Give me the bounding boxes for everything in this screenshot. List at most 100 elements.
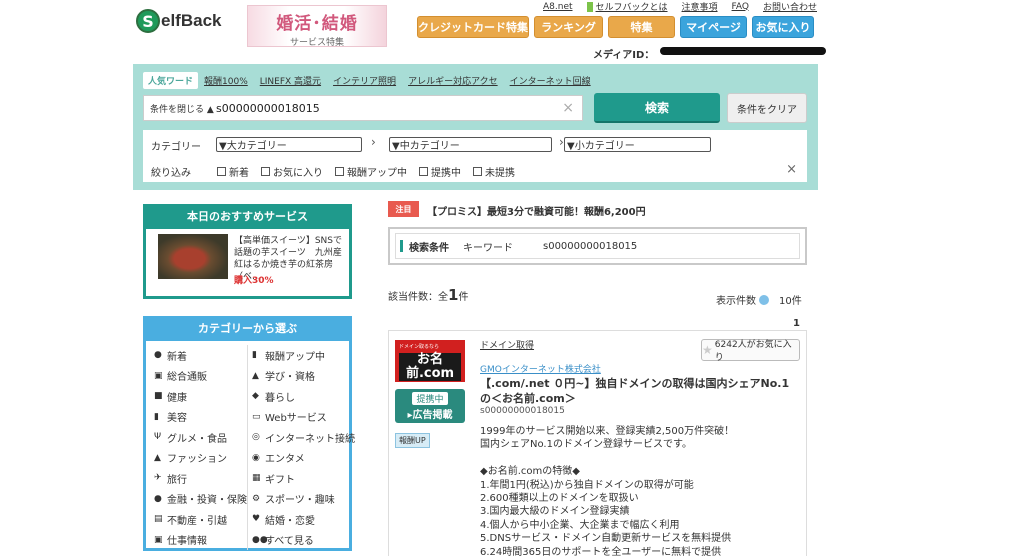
selfback-logo[interactable]: S elfBack [136,6,236,36]
sports-icon: ⚙ [252,493,261,504]
filter-box: カテゴリー ▼大カテゴリー › ▼中カテゴリー › ▼小カテゴリー 絞り込み 新… [143,130,807,182]
category-item[interactable]: ▮ 報酬アップ中 [247,345,355,366]
category-item[interactable]: ◉ エンタメ [247,447,355,468]
category-panel: カテゴリーから選ぶ ● 新着 ▮ 報酬アップ中 ▣ 総合通販 ▲ 学び・資格 ■ 健康 ◆ 暮らし ▮ 美… [143,316,355,551]
cart-icon: ▣ [154,370,163,381]
health-icon: ■ [154,391,163,402]
category-item[interactable]: ◎ インターネット接続 [247,427,355,448]
condition-label: 検索条件 [409,242,449,254]
category-label: ギフト [265,474,295,486]
favorite-count: 6242人がお気に入り [714,340,792,363]
category-label: ファッション [167,454,227,466]
link-contact[interactable]: お問い合わせ [763,0,817,13]
category-item[interactable]: ▤ 不動産・引越 [154,509,247,530]
clear-icon[interactable]: × [562,100,574,116]
filter-partnered-checkbox[interactable]: 提携中 [419,164,461,179]
popular-keywords: 人気ワード 報酬100% LINEFX 高還元 インテリア照明 アレルギー対応ア… [143,72,603,89]
filter-new-label: 新着 [229,168,249,179]
search-condition-box: 検索条件 キーワード s00000000018015 [388,227,807,265]
star-icon: ★ [702,343,713,357]
marriage-banner[interactable]: 婚活･結婚 サービス特集 [247,5,387,48]
globe-icon: ◎ [252,432,260,443]
link-a8net[interactable]: A8.net [543,0,573,13]
category-label: カテゴリー [151,142,201,153]
category-label: 報酬アップ中 [265,351,325,363]
category-item[interactable]: ▮ 美容 [154,407,247,428]
filter-unpartnered-checkbox[interactable]: 未提携 [473,164,515,179]
popular-keywords-tag: 人気ワード [143,72,199,89]
filter-reward-up-checkbox[interactable]: 報酬アップ中 [335,164,407,179]
filter-favorites-label: お気に入り [273,168,323,179]
heart-icon: ♥ [252,514,261,525]
keyword-link[interactable]: LINEFX 高還元 [260,74,321,87]
link-about[interactable]: セルフバックとは [586,0,668,13]
nav-credit-card[interactable]: クレジットカード特集 [417,16,529,38]
dropdown-icon [759,294,769,305]
favorite-button[interactable]: ★ 6242人がお気に入り [701,339,800,363]
category-item[interactable]: ▲ ファッション [154,448,247,469]
hit-count-suffix: 件 [458,292,469,303]
hit-count-number: 1 [448,286,459,304]
category-item[interactable]: ▭ Webサービス [247,406,355,427]
category-item[interactable]: ●● すべて見る [247,529,355,550]
notice-link[interactable]: 【プロミス】最短3分で融資可能！報酬6,200円 [427,203,646,218]
media-id-label: メディアID： [593,50,655,61]
filter-new-checkbox[interactable]: 新着 [217,164,249,179]
link-notes[interactable]: 注意事項 [682,0,718,13]
checkbox-icon [335,167,344,176]
filter-favorites-checkbox[interactable]: お気に入り [261,164,323,179]
recommended-heading: 本日のおすすめサービス [146,207,349,229]
large-category-select[interactable]: ▼大カテゴリー [216,137,362,152]
filter-unpartnered-label: 未提携 [485,168,515,179]
search-button[interactable]: 検索 [594,93,720,123]
condition-value: s00000000018015 [543,240,638,252]
keyword-link[interactable]: 報酬100% [204,74,248,87]
link-faq[interactable]: FAQ [732,0,749,13]
category-label: Webサービス [265,413,327,425]
onamae-logo[interactable]: ドメイン取るなら お名前.com www.onamae.com [395,340,465,389]
mid-category-select[interactable]: ▼中カテゴリー [389,137,552,152]
recommended-reward: 購入30% [234,276,274,286]
logo-mark: S [136,9,160,33]
category-item[interactable]: ✈ 旅行 [154,468,247,489]
nav-favorites[interactable]: お気に入り [752,16,814,38]
reset-button[interactable]: 条件をクリア [727,93,807,123]
keyword-link[interactable]: アレルギー対応アクセ [408,74,498,87]
link-about-label: セルフバックとは [595,3,668,13]
category-item[interactable]: ▦ ギフト [247,468,355,489]
chart-icon: ▮ [252,350,257,361]
category-label: インターネット接続 [265,433,355,445]
page-number[interactable]: 1 [793,318,800,329]
fashion-icon: ▲ [154,452,161,463]
close-filter-icon[interactable]: × [786,162,797,177]
category-item[interactable]: ◆ 暮らし [247,386,355,407]
program-category-link[interactable]: ドメイン取得 [480,338,534,351]
search-input[interactable]: s00000000018015 [216,102,562,115]
category-item[interactable]: ▣ 仕事情報 [154,530,247,551]
toggle-conditions[interactable]: 条件を閉じる ▲ [144,102,216,115]
category-item[interactable]: ● 金融・投資・保険 [154,489,247,510]
recommended-service[interactable]: 本日のおすすめサービス 【高単価スイーツ】SNSで話題の芋スイーツ 九州産紅はる… [143,204,352,299]
category-label: 健康 [167,392,187,404]
category-item[interactable]: ■ 健康 [154,386,247,407]
money-icon: ● [154,493,162,504]
nav-feature[interactable]: 特集 [608,16,675,38]
category-label: エンタメ [265,454,305,466]
keyword-link[interactable]: インターネット回線 [510,74,591,87]
program-title[interactable]: 【.com/.net ０円~】独自ドメインの取得は国内シェアNo.1の＜お名前.… [480,376,790,406]
company-link[interactable]: GMOインターネット株式会社 [480,362,601,375]
category-item[interactable]: ▲ 学び・資格 [247,365,355,386]
nav-ranking[interactable]: ランキング [534,16,603,38]
ad-post-button[interactable]: 提携中 ▸広告掲載 [395,389,465,423]
small-category-select[interactable]: ▼小カテゴリー [564,137,711,152]
category-item[interactable]: ⚙ スポーツ・趣味 [247,488,355,509]
category-item[interactable]: ▣ 総合通販 [154,366,247,387]
category-item[interactable]: ● 新着 [154,345,247,366]
filter-label: 絞り込み [151,168,191,179]
keyword-link[interactable]: インテリア照明 [333,74,396,87]
category-item[interactable]: Ψ グルメ・食品 [154,427,247,448]
nav-mypage[interactable]: マイページ [680,16,747,38]
display-count[interactable]: 表示件数 10件 [716,292,802,307]
category-item[interactable]: ♥ 結婚・恋愛 [247,509,355,530]
condition-bar [400,240,403,252]
